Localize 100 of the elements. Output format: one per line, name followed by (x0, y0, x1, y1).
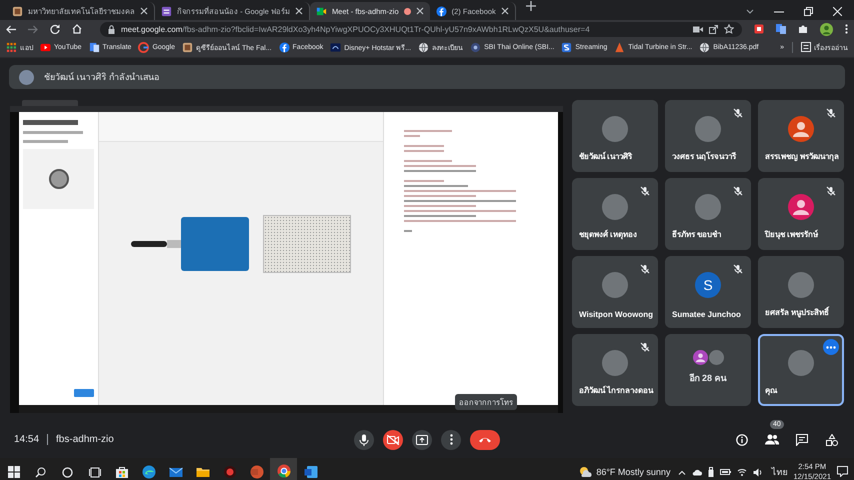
avatar-photo (788, 272, 814, 298)
close-icon[interactable] (294, 7, 303, 15)
extension-icon[interactable] (754, 24, 764, 34)
task-view-icon[interactable] (88, 466, 100, 478)
folder-icon (196, 465, 210, 479)
plus-icon[interactable] (526, 1, 536, 11)
participant-name: สรรเพชญ พรวัฒนากุล (765, 151, 840, 163)
meeting-code: fbs-adhm-zio (56, 434, 114, 445)
weather-text[interactable]: 86°F Mostly sunny (596, 467, 670, 477)
logo-icon (330, 42, 342, 52)
reading-list-icon (801, 42, 811, 52)
store-bag-icon (114, 465, 128, 479)
usb-drive-icon[interactable] (708, 467, 714, 477)
search-icon[interactable] (35, 466, 46, 478)
cloud-icon[interactable] (692, 468, 702, 476)
chevron-down-icon[interactable] (746, 8, 754, 14)
circle-icon (470, 42, 482, 52)
forward-arrow-icon[interactable] (28, 24, 38, 34)
record-app-icon (222, 465, 236, 479)
participant-name: Sumatee Junchoo (672, 310, 741, 319)
more-participants-label[interactable]: อีก 28 คน (689, 371, 726, 385)
translate-icon[interactable] (776, 24, 786, 34)
site-icon (12, 6, 23, 16)
avatar-photo (602, 116, 628, 142)
phone-hangup-icon (478, 436, 492, 443)
more-options-button[interactable] (823, 339, 839, 355)
maximize-icon[interactable] (804, 7, 813, 16)
triangle-icon (614, 42, 626, 52)
video-camera-icon[interactable] (693, 26, 703, 32)
avatar-photo (19, 70, 34, 84)
google-icon (138, 42, 150, 52)
speaker-icon[interactable] (753, 468, 764, 476)
participant-name: ชัยวัฒน์ เนาวศิริ (579, 150, 632, 163)
leave-call-button[interactable] (470, 430, 500, 450)
more-vertical-icon (450, 434, 452, 445)
camera-off-icon (387, 434, 399, 444)
reload-icon[interactable] (50, 24, 60, 34)
globe-icon (418, 42, 430, 52)
close-icon[interactable] (140, 7, 148, 15)
microphone-button[interactable] (354, 430, 374, 450)
avatar-photo (695, 194, 721, 220)
info-icon (736, 434, 748, 446)
chevron-up-icon[interactable] (678, 470, 686, 474)
people-icon (765, 434, 779, 445)
participant-name: ธีรภัทร ขอบชำ (672, 229, 722, 241)
meeting-time: 14:54 (14, 434, 40, 445)
chat-icon (796, 434, 808, 446)
apps-grid-icon (6, 42, 17, 52)
avatar-photo (602, 350, 628, 376)
input-language[interactable]: ไทย (771, 465, 788, 479)
battery-icon[interactable] (720, 469, 732, 475)
url-text: meet.google.com/fbs-adhm-zio?fbclid=IwAR29ldXo3yh4NpYiwgXPUOCy3XHUQt1Tr-QUhl-yU57n9xAWbh1RLwQzX5U&authuser=4 (121, 24, 591, 34)
windows-logo-icon[interactable] (8, 466, 20, 478)
minimize-icon[interactable] (774, 10, 784, 12)
notification-icon[interactable] (837, 466, 848, 476)
participant-name: คุณ (765, 385, 777, 397)
letter-s-icon (561, 42, 572, 52)
share-icon[interactable] (709, 24, 718, 34)
more-options-button[interactable] (441, 430, 461, 450)
envelope-icon (168, 465, 182, 479)
participant-name: วงศธร นฤโรจนวารี (672, 150, 736, 163)
lock-icon (108, 24, 115, 34)
site-icon (182, 42, 194, 52)
play-icon (40, 42, 51, 52)
profile-avatar-icon[interactable] (820, 22, 833, 36)
more-horizontal-icon (826, 346, 836, 348)
camera-button[interactable] (383, 430, 403, 450)
facebook-icon (278, 42, 290, 52)
address-bar[interactable]: meet.google.com/fbs-adhm-zio?fbclid=IwAR29ldXo3yh4NpYiwgXPUOCy3XHUQt1Tr-QUhl-yU57n9xAWbh1RLwQzX5U&authuser=4 (100, 22, 742, 36)
shapes-icon (826, 434, 838, 446)
powerpoint-icon (250, 465, 264, 479)
close-icon[interactable] (500, 7, 509, 15)
microphone-icon (359, 434, 369, 446)
translate-icon (88, 42, 100, 52)
form-icon (161, 6, 172, 16)
home-icon[interactable] (72, 24, 82, 34)
participant-name: ยศสรัล หนูประสิทธิ์ (765, 306, 830, 319)
close-icon[interactable] (416, 7, 424, 15)
participant-name: Wisitpon Woowong (579, 310, 653, 319)
edge-logo-icon (142, 465, 156, 479)
chrome-logo-icon (276, 464, 290, 478)
more-vertical-icon[interactable] (845, 24, 848, 34)
avatar-photo (708, 350, 724, 365)
video-icon (316, 6, 327, 16)
taskbar-app[interactable] (270, 458, 297, 480)
avatar-photo (602, 194, 628, 220)
wifi-icon[interactable] (737, 468, 748, 476)
avatar-photo (602, 272, 628, 298)
back-arrow-icon[interactable] (6, 24, 16, 34)
word-icon (304, 465, 318, 479)
star-icon[interactable] (724, 24, 734, 34)
participant-name: ปิยนุช เพชรรักษ์ (765, 228, 818, 241)
avatar-photo (695, 116, 721, 142)
present-screen-icon (416, 434, 428, 444)
puzzle-icon[interactable] (798, 24, 808, 34)
globe-icon (699, 42, 710, 52)
circle-icon[interactable] (62, 466, 73, 478)
participant-name: ชยุตพงศ์ เหตุทอง (579, 228, 638, 241)
present-button[interactable] (412, 430, 432, 450)
sun-cloud-icon[interactable] (579, 466, 592, 478)
